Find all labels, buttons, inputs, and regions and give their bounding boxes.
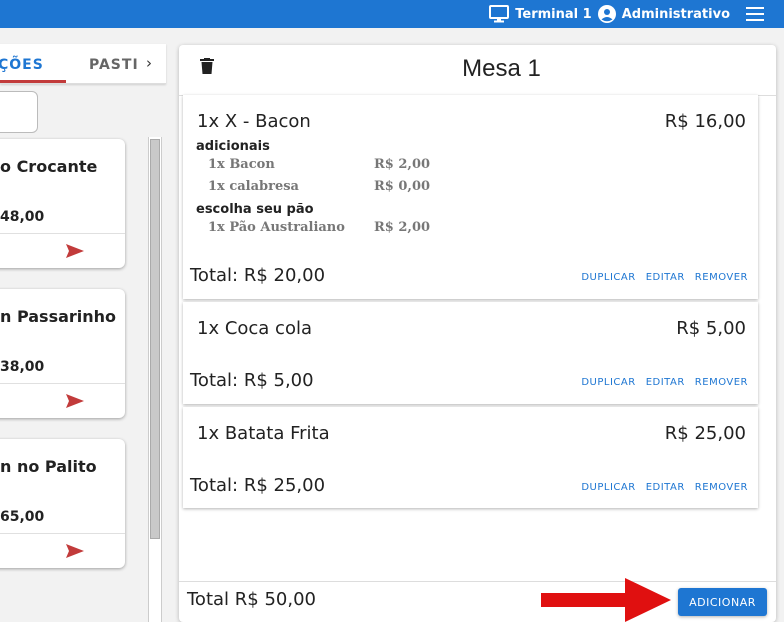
item-total: Total: R$ 5,00 <box>190 370 314 391</box>
user-label[interactable]: Administrativo <box>622 7 730 22</box>
item-price: R$ 16,00 <box>664 111 746 132</box>
tab-porcoes[interactable]: ÇÕES <box>0 57 44 73</box>
chevron-right-icon[interactable]: › <box>146 54 152 72</box>
remove-button[interactable]: REMOVER <box>695 272 748 283</box>
item-name: 1x Batata Frita <box>197 423 330 444</box>
remove-button[interactable]: REMOVER <box>695 482 748 493</box>
order-item: 1x Coca cola R$ 5,00 Total: R$ 5,00 DUPL… <box>183 302 758 404</box>
option-group-title: escolha seu pão <box>196 202 314 217</box>
scrollbar-thumb[interactable] <box>150 139 160 539</box>
option-name: 1x calabresa <box>208 179 299 194</box>
category-tabs: ÇÕES PASTI › <box>0 44 166 84</box>
order-item: 1x X - Bacon R$ 16,00 adicionais 1x Baco… <box>183 95 758 299</box>
option-name: 1x Pão Australiano <box>208 220 345 235</box>
item-price: R$ 25,00 <box>664 423 746 444</box>
search-input[interactable] <box>0 91 38 133</box>
item-name: 1x Coca cola <box>197 318 312 339</box>
edit-button[interactable]: EDITAR <box>646 482 685 493</box>
option-name: 1x Bacon <box>208 157 275 172</box>
add-button[interactable]: ADICIONAR <box>678 588 767 616</box>
tab-pastis[interactable]: PASTI <box>89 57 139 73</box>
item-total: Total: R$ 20,00 <box>190 265 326 286</box>
product-price: 48,00 <box>0 209 45 225</box>
product-card[interactable]: n no Palito 65,00 <box>0 439 125 568</box>
hamburger-menu-icon[interactable] <box>746 7 764 21</box>
account-circle-icon <box>597 5 616 23</box>
product-card-footer <box>0 233 125 268</box>
top-app-bar: Terminal 1 Administrativo <box>0 0 784 28</box>
arrow-right-icon <box>541 578 671 622</box>
active-tab-indicator <box>0 80 66 83</box>
send-icon[interactable] <box>66 393 84 412</box>
send-icon[interactable] <box>66 243 84 262</box>
send-icon[interactable] <box>66 543 84 562</box>
item-actions: DUPLICAR EDITAR REMOVER <box>581 272 748 283</box>
order-item: 1x Batata Frita R$ 25,00 Total: R$ 25,00… <box>183 407 758 508</box>
edit-button[interactable]: EDITAR <box>646 377 685 388</box>
item-total: Total: R$ 25,00 <box>190 475 326 496</box>
remove-button[interactable]: REMOVER <box>695 377 748 388</box>
option-price: R$ 2,00 <box>374 220 431 235</box>
item-actions: DUPLICAR EDITAR REMOVER <box>581 377 748 388</box>
option-price: R$ 2,00 <box>374 157 431 172</box>
order-title: Mesa 1 <box>462 55 541 82</box>
product-card-footer <box>0 533 125 568</box>
product-name: n no Palito <box>0 457 97 476</box>
item-actions: DUPLICAR EDITAR REMOVER <box>581 482 748 493</box>
product-price: 38,00 <box>0 359 45 375</box>
monitor-icon <box>489 5 510 23</box>
product-name: n Passarinho <box>0 307 117 326</box>
product-card[interactable]: o Crocante 48,00 <box>0 139 125 268</box>
topbar-right: Terminal 1 Administrativo <box>489 0 764 28</box>
product-card-footer <box>0 383 125 418</box>
duplicate-button[interactable]: DUPLICAR <box>581 272 635 283</box>
option-group-title: adicionais <box>196 139 270 154</box>
duplicate-button[interactable]: DUPLICAR <box>581 482 635 493</box>
order-panel: Mesa 1 1x X - Bacon R$ 16,00 adicionais … <box>179 45 776 622</box>
option-price: R$ 0,00 <box>374 179 431 194</box>
divider <box>179 581 776 582</box>
product-panel: ÇÕES PASTI › o Crocante 48,00 n Passarin… <box>0 44 166 622</box>
terminal-label[interactable]: Terminal 1 <box>515 7 591 22</box>
item-price: R$ 5,00 <box>676 318 746 339</box>
duplicate-button[interactable]: DUPLICAR <box>581 377 635 388</box>
item-name: 1x X - Bacon <box>197 111 311 132</box>
product-card[interactable]: n Passarinho 38,00 <box>0 289 125 418</box>
edit-button[interactable]: EDITAR <box>646 272 685 283</box>
product-price: 65,00 <box>0 509 45 525</box>
product-name: o Crocante <box>0 157 98 176</box>
grand-total: Total R$ 50,00 <box>187 589 316 610</box>
